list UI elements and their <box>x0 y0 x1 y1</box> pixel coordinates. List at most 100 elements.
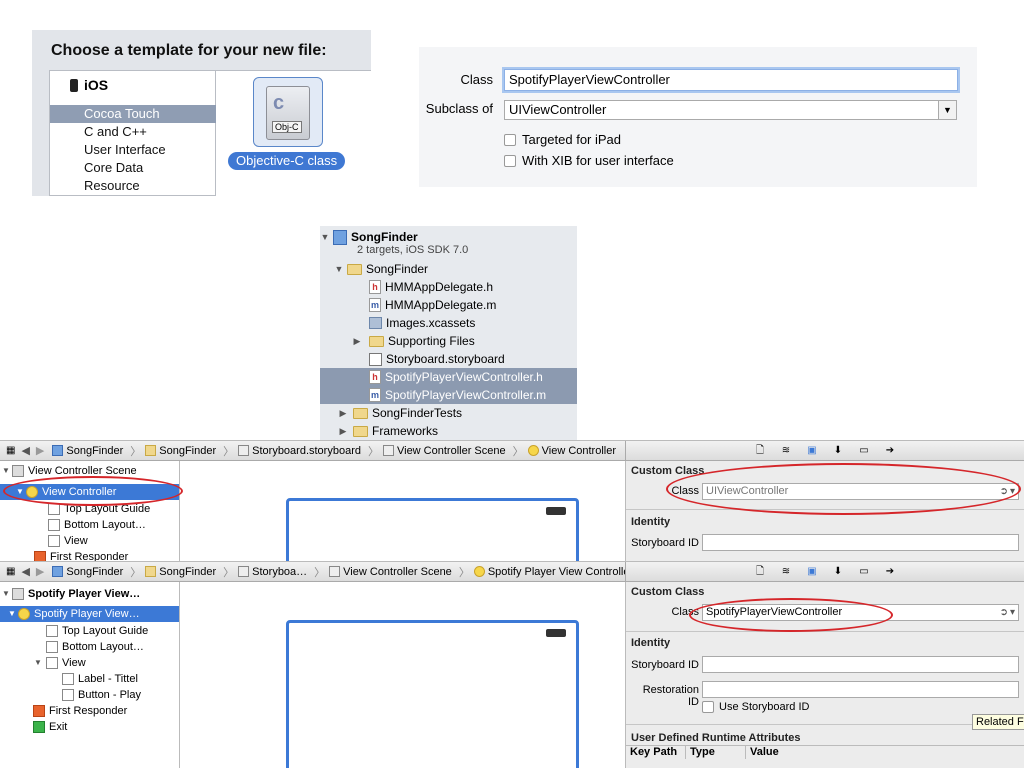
template-chooser-panel: Choose a template for your new file: iOS… <box>32 30 371 196</box>
selected-template-label[interactable]: Objective-C class <box>228 152 346 170</box>
breadcrumb-scene[interactable]: View Controller Scene <box>382 445 506 457</box>
breadcrumb-group[interactable]: SongFinder <box>145 566 216 578</box>
outline-first-responder[interactable]: First Responder <box>0 703 179 719</box>
outline-first-responder[interactable]: First Responder <box>0 549 179 561</box>
file-row[interactable]: h HMMAppDelegate.h <box>320 278 577 296</box>
breadcrumb-storyboard[interactable]: Storyboa… <box>238 566 307 578</box>
size-inspector-icon[interactable]: ▭ <box>858 445 870 457</box>
outline-top-layout-guide[interactable]: Top Layout Guide <box>0 623 179 639</box>
size-inspector-icon[interactable]: ▭ <box>858 566 870 578</box>
group-row-supporting-files[interactable]: ▶ Supporting Files <box>320 332 577 350</box>
outline-view[interactable]: View <box>0 533 179 549</box>
outline-exit[interactable]: Exit <box>0 719 179 735</box>
checkbox-icon[interactable] <box>504 154 516 167</box>
category-core-data[interactable]: Core Data <box>50 159 216 177</box>
udra-header: User Defined Runtime Attributes <box>631 732 801 744</box>
storyboard-id-field[interactable] <box>702 656 1019 673</box>
column-key-path[interactable]: Key Path <box>626 746 686 759</box>
breadcrumb-view-controller[interactable]: View Controller <box>527 445 616 457</box>
use-storyboard-id-checkbox[interactable]: Use Storyboard ID <box>702 701 809 713</box>
storyboard-id-field[interactable] <box>702 534 1019 551</box>
outline-bottom-layout-guide[interactable]: Bottom Layout… <box>0 517 179 533</box>
connections-inspector-icon[interactable]: ➔ <box>884 566 896 578</box>
breadcrumb-storyboard[interactable]: Storyboard.storyboard <box>238 445 361 457</box>
chevron-down-icon[interactable]: ▾ <box>1010 484 1015 499</box>
chevron-down-icon[interactable]: ▾ <box>1010 605 1015 620</box>
disclosure-open-icon[interactable]: ▼ <box>334 260 344 278</box>
go-arrow-icon[interactable]: ➲ <box>1000 484 1008 499</box>
view-controller-frame[interactable] <box>286 620 579 768</box>
outline-view[interactable]: ▼ View <box>0 655 179 671</box>
custom-class-field[interactable]: UIViewController ➲ ▾ <box>702 483 1019 500</box>
grid-icon[interactable]: ▦ <box>6 445 15 456</box>
column-type[interactable]: Type <box>686 746 746 759</box>
outline-view-controller[interactable]: ▼ Spotify Player View… <box>0 606 179 622</box>
disclosure-open-icon[interactable]: ▼ <box>6 606 18 622</box>
back-arrow-icon[interactable]: ◀ <box>21 565 29 578</box>
quick-help-icon[interactable]: ≋ <box>780 566 792 578</box>
storyboard-editor-2: ▦ ◀ ▶ SongFinder 〉 SongFinder 〉 Storyboa… 〉… <box>0 561 1024 768</box>
outline-scene[interactable]: ▼ View Controller Scene <box>0 463 179 479</box>
outline-view-controller[interactable]: ▼ View Controller <box>0 484 179 500</box>
category-user-interface[interactable]: User Interface <box>50 141 216 159</box>
outline-label[interactable]: Label - Tittel <box>0 671 179 687</box>
objc-class-template[interactable]: c Obj-C <box>253 77 323 147</box>
checkbox-icon[interactable] <box>702 701 714 713</box>
file-row-selected[interactable]: m SpotifyPlayerViewController.m <box>320 386 577 404</box>
attributes-inspector-icon[interactable]: ⬇ <box>832 566 844 578</box>
file-inspector-icon[interactable]: 🗋 <box>754 445 766 457</box>
storyboard-canvas[interactable] <box>180 582 625 768</box>
chevron-down-icon[interactable]: ▼ <box>938 101 956 119</box>
view-controller-frame[interactable] <box>286 498 579 561</box>
breadcrumb-project[interactable]: SongFinder <box>52 566 123 578</box>
file-row-selected[interactable]: h SpotifyPlayerViewController.h <box>320 368 577 386</box>
group-row-frameworks[interactable]: ▶ Frameworks <box>320 422 577 440</box>
group-label: SongFinderTests <box>372 406 463 420</box>
custom-class-field[interactable]: SpotifyPlayerViewController ➲ ▾ <box>702 604 1019 621</box>
disclosure-closed-icon[interactable]: ▶ <box>338 422 348 440</box>
outline-scene[interactable]: ▼ Spotify Player View… <box>0 586 179 602</box>
breadcrumb-view-controller[interactable]: Spotify Player View Controller <box>473 566 633 578</box>
class-name-field[interactable]: SpotifyPlayerViewController <box>504 69 958 91</box>
with-xib-checkbox[interactable]: With XIB for user interface <box>504 153 674 168</box>
outline-top-layout-guide[interactable]: Top Layout Guide <box>0 501 179 517</box>
targeted-ipad-checkbox[interactable]: Targeted for iPad <box>504 132 621 147</box>
subclass-combo[interactable]: UIViewController ▼ <box>504 100 957 120</box>
file-inspector-icon[interactable]: 🗋 <box>754 566 766 578</box>
storyboard-canvas[interactable] <box>180 461 625 561</box>
file-row[interactable]: Storyboard.storyboard <box>320 350 577 368</box>
disclosure-open-icon[interactable]: ▼ <box>0 463 12 479</box>
grid-icon[interactable]: ▦ <box>6 566 15 577</box>
attributes-inspector-icon[interactable]: ⬇ <box>832 445 844 457</box>
group-row-tests[interactable]: ▶ SongFinderTests <box>320 404 577 422</box>
category-cocoa-touch[interactable]: Cocoa Touch <box>50 105 216 123</box>
column-value[interactable]: Value <box>746 746 779 759</box>
category-resource[interactable]: Resource <box>50 177 216 195</box>
disclosure-closed-icon[interactable]: ▶ <box>338 404 348 422</box>
restoration-id-field[interactable] <box>702 681 1019 698</box>
disclosure-open-icon[interactable]: ▼ <box>0 586 12 602</box>
identity-inspector-icon[interactable]: ▣ <box>806 445 818 457</box>
connections-inspector-icon[interactable]: ➔ <box>884 445 896 457</box>
forward-arrow-icon[interactable]: ▶ <box>36 444 44 457</box>
breadcrumb-scene[interactable]: View Controller Scene <box>329 566 452 578</box>
disclosure-open-icon[interactable]: ▼ <box>14 484 26 500</box>
group-row-songfinder[interactable]: ▼ SongFinder <box>320 260 577 278</box>
identity-inspector-icon[interactable]: ▣ <box>806 566 818 578</box>
quick-help-icon[interactable]: ≋ <box>780 445 792 457</box>
back-arrow-icon[interactable]: ◀ <box>21 444 29 457</box>
breadcrumb-project[interactable]: SongFinder <box>52 445 123 457</box>
forward-arrow-icon[interactable]: ▶ <box>36 565 44 578</box>
category-c-cpp[interactable]: C and C++ <box>50 123 216 141</box>
checkbox-icon[interactable] <box>504 133 516 146</box>
disclosure-closed-icon[interactable]: ▶ <box>352 332 362 350</box>
go-arrow-icon[interactable]: ➲ <box>1000 605 1008 620</box>
outline-bottom-layout-guide[interactable]: Bottom Layout… <box>0 639 179 655</box>
disclosure-open-icon[interactable]: ▼ <box>32 655 44 671</box>
file-row[interactable]: m HMMAppDelegate.m <box>320 296 577 314</box>
group-label: SongFinder <box>366 262 429 276</box>
file-row[interactable]: Images.xcassets <box>320 314 577 332</box>
breadcrumb-group[interactable]: SongFinder <box>145 445 216 457</box>
group-label: Frameworks <box>372 424 439 438</box>
outline-button[interactable]: Button - Play <box>0 687 179 703</box>
